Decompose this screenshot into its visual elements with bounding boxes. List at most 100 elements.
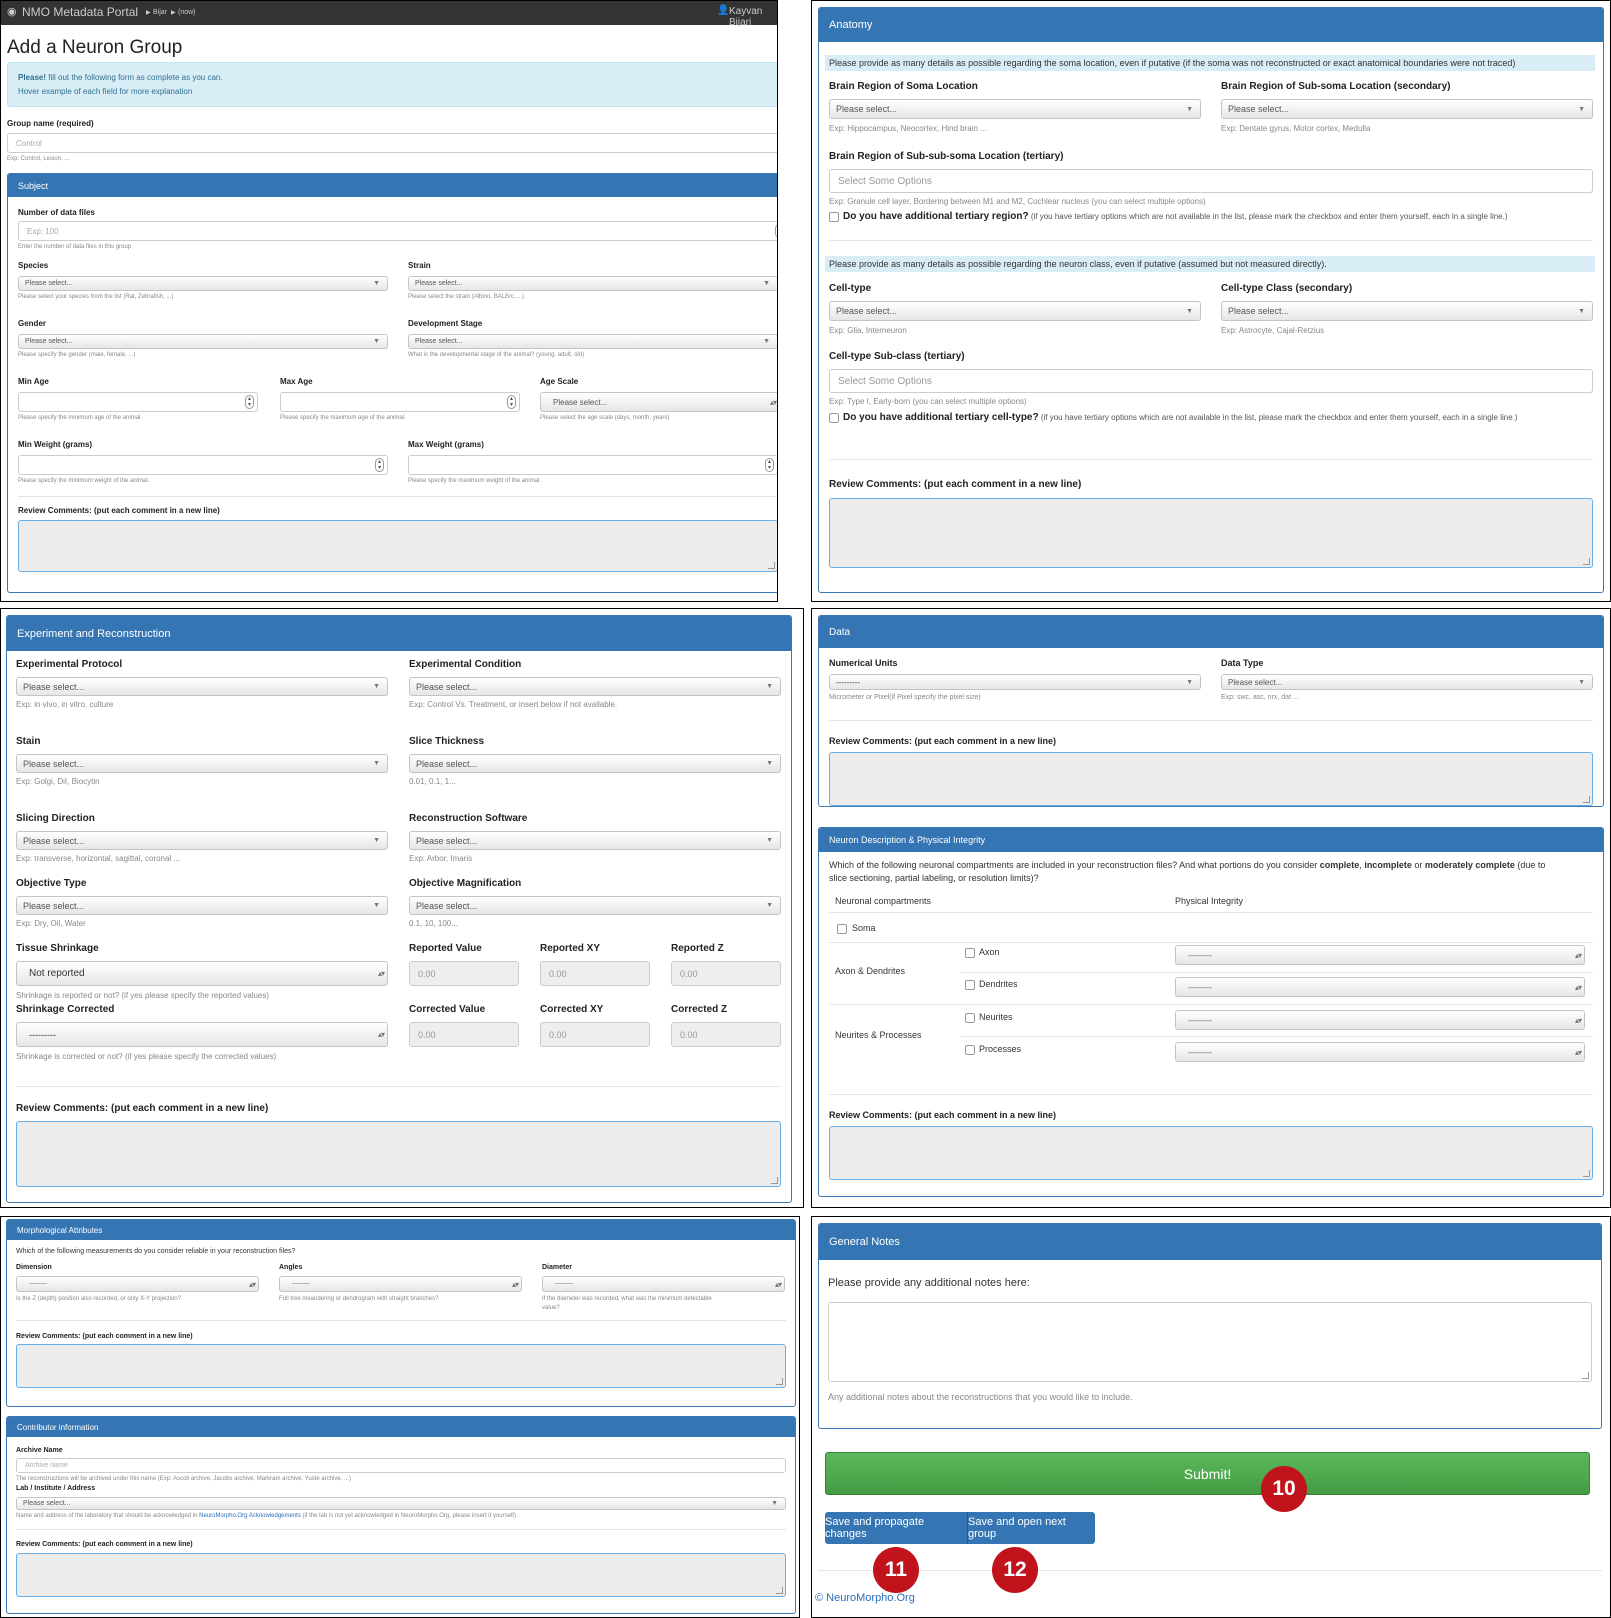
anatomy-review-textarea[interactable] [829, 498, 1593, 568]
lab-label: Lab / Institute / Address [16, 1485, 96, 1492]
angles-select[interactable]: --------- [279, 1276, 522, 1292]
neurites-checkbox[interactable] [965, 1013, 975, 1023]
corrected-value-input[interactable]: 0.00 [409, 1022, 519, 1047]
contributor-review-textarea[interactable] [16, 1553, 786, 1597]
corrected-label: Shrinkage Corrected [16, 1004, 115, 1015]
neurites-integrity-select[interactable]: --------- [1175, 1010, 1585, 1030]
gender-select[interactable]: Please select... [18, 334, 388, 349]
moderately-term: moderately complete [1424, 860, 1515, 870]
additional-region-question: Do you have additional tertiary region? … [843, 211, 1508, 222]
min-weight-label: Min Weight (grams) [18, 440, 93, 449]
dev-stage-select[interactable]: Please select... [408, 334, 777, 349]
reported-value-input[interactable]: 0.00 [409, 961, 519, 986]
corrected-select[interactable]: --------- [16, 1022, 388, 1047]
reported-z-input[interactable]: 0.00 [671, 961, 781, 986]
morph-review-textarea[interactable] [16, 1344, 786, 1388]
cell-class-select[interactable]: Please select... [1221, 301, 1593, 321]
cell-type-select[interactable]: Please select... [829, 301, 1201, 321]
data-review-textarea[interactable] [829, 752, 1593, 806]
objective-select[interactable]: Please select... [16, 896, 388, 915]
corrected-z-input[interactable]: 0.00 [671, 1022, 781, 1047]
number-spinner-icon[interactable]: ▴▾ [775, 224, 777, 238]
strain-label: Strain [408, 261, 431, 270]
shrinkage-select[interactable]: Not reported [16, 961, 388, 986]
frame-anatomy: Anatomy Please provide as many details a… [811, 0, 1611, 602]
info-alert: Please! fill out the following form as c… [7, 62, 777, 107]
subject-review-textarea[interactable] [18, 520, 777, 572]
anatomy-panel-header: Anatomy [819, 8, 1603, 42]
user-menu[interactable]: Kayvan Bijari [729, 6, 777, 28]
cell-subclass-multiselect[interactable]: Select Some Options [829, 369, 1593, 393]
diameter-select[interactable]: --------- [542, 1276, 785, 1292]
min-age-input[interactable]: ▴ ▾ [18, 392, 258, 412]
table-divider [961, 972, 1593, 973]
corrected-xy-input[interactable]: 0.00 [540, 1022, 650, 1047]
notes-hint: Any additional notes about the reconstru… [828, 1392, 1133, 1402]
breadcrumb-now[interactable]: (now) [178, 9, 196, 16]
archive-input[interactable]: Archive name [16, 1458, 786, 1473]
additional-cell-checkbox[interactable] [829, 413, 839, 423]
dimension-select[interactable]: --------- [16, 1276, 259, 1292]
max-weight-hint: Please specify the maximum weight of the… [408, 478, 542, 484]
breadcrumb-user[interactable]: Bijar [153, 9, 167, 16]
number-spinner-icon[interactable]: ▴▾ [765, 458, 774, 472]
save-next-button[interactable]: Save and open next group [967, 1512, 1095, 1544]
protocol-select[interactable]: Please select... [16, 677, 388, 696]
integrity-review-textarea[interactable] [829, 1126, 1593, 1180]
direction-select[interactable]: Please select... [16, 831, 388, 850]
stain-hint: Exp: Golgi, DiI, Biocytin [16, 777, 100, 786]
data-type-select[interactable]: Please select... [1221, 674, 1593, 690]
sub-sub-soma-multiselect[interactable]: Select Some Options [829, 169, 1593, 193]
number-spinner-icon[interactable]: ▴▾ [245, 395, 254, 409]
units-select[interactable]: --------- [829, 674, 1201, 690]
save-propagate-button[interactable]: Save and propagate changes [825, 1512, 967, 1544]
data-files-input[interactable]: Exp: 100 ▴▾ [18, 221, 777, 241]
submit-button[interactable]: Submit! [825, 1452, 1590, 1495]
max-age-label: Max Age [280, 377, 313, 386]
divider [18, 496, 777, 497]
dendrites-integrity-select[interactable]: --------- [1175, 977, 1585, 997]
software-select[interactable]: Please select... [409, 831, 781, 850]
stain-select[interactable]: Please select... [16, 754, 388, 773]
soma-region-select[interactable]: Please select... [829, 99, 1201, 119]
strain-select[interactable]: Please select... [408, 276, 777, 291]
age-scale-select[interactable]: Please select... [540, 392, 777, 412]
lab-select[interactable]: Please select... [16, 1497, 786, 1510]
condition-select[interactable]: Please select... [409, 677, 781, 696]
experiment-panel: Experiment and Reconstruction Experiment… [6, 615, 792, 1203]
min-weight-input[interactable]: ▴ ▾ [18, 455, 388, 475]
max-weight-input[interactable]: ▴ ▾ [408, 455, 777, 475]
reported-xy-input[interactable]: 0.00 [540, 961, 650, 986]
axon-integrity-select[interactable]: --------- [1175, 945, 1585, 965]
group-name-input[interactable]: Control [7, 133, 777, 153]
acknowledgements-link[interactable]: NeuroMorpho.Org Acknowledgements [199, 1513, 301, 1519]
soma-checkbox[interactable] [837, 924, 847, 934]
corrected-z-label: Corrected Z [671, 1004, 728, 1015]
thickness-select[interactable]: Please select... [409, 754, 781, 773]
notes-textarea[interactable] [828, 1302, 1592, 1382]
species-select[interactable]: Please select... [18, 276, 388, 291]
axon-checkbox[interactable] [965, 948, 975, 958]
additional-region-checkbox[interactable] [829, 212, 839, 222]
morph-panel: Morphological Attributes Which of the fo… [6, 1219, 796, 1407]
software-label: Reconstruction Software [409, 813, 528, 824]
direction-hint: Exp: transverse, horizontal, sagittal, c… [16, 854, 181, 863]
frame-morphology: Morphological Attributes Which of the fo… [0, 1216, 800, 1618]
max-age-input[interactable]: ▴ ▾ [280, 392, 520, 412]
footer-link[interactable]: © NeuroMorpho.Org [815, 1592, 915, 1604]
sub-soma-region-select[interactable]: Please select... [1221, 99, 1593, 119]
number-spinner-icon[interactable]: ▴▾ [375, 458, 384, 472]
min-weight-hint: Please specify the minimum weight of the… [18, 478, 150, 484]
cell-class-label: Cell-type Class (secondary) [1221, 283, 1353, 294]
dendrites-checkbox[interactable] [965, 980, 975, 990]
experiment-review-textarea[interactable] [16, 1121, 781, 1187]
integrity-header: Physical Integrity [1175, 896, 1244, 906]
navbar-brand[interactable]: NMO Metadata Portal [22, 5, 138, 19]
magnification-select[interactable]: Please select... [409, 896, 781, 915]
integrity-question-tail: (due to [1514, 860, 1546, 870]
group-name-label: Group name (required) [7, 119, 94, 128]
processes-integrity-select[interactable]: --------- [1175, 1042, 1585, 1062]
alert-line2: Hover example of each field for more exp… [18, 87, 193, 96]
processes-checkbox[interactable] [965, 1045, 975, 1055]
number-spinner-icon[interactable]: ▴▾ [507, 395, 516, 409]
